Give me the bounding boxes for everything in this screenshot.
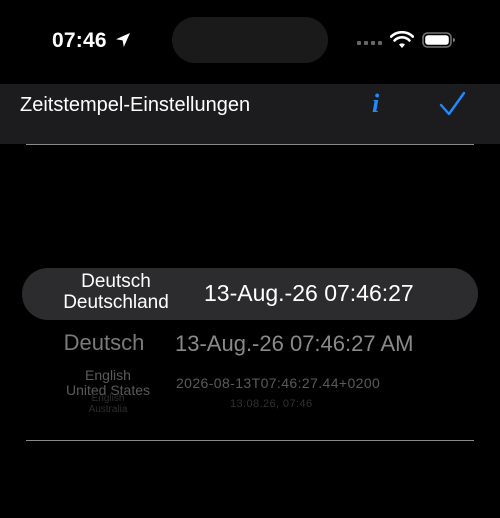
- locale-label: Deutsch: [36, 330, 172, 355]
- navigation-bar: Zeitstempel-Einstellungen i: [0, 84, 500, 144]
- picker-bottom-divider: [26, 440, 474, 441]
- battery-icon: [422, 32, 455, 48]
- locale-language: Deutsch: [63, 330, 145, 355]
- status-time: 07:46: [52, 29, 107, 52]
- location-arrow-icon: [116, 33, 130, 47]
- locale-region: Australia: [88, 403, 128, 415]
- signal-icon: [357, 41, 382, 45]
- info-button[interactable]: i: [372, 91, 392, 117]
- timestamp-preview: 13-Aug.-26 07:46:27: [204, 280, 414, 306]
- locale-label: Deutsch Deutschland: [36, 271, 196, 314]
- dynamic-island: [172, 17, 328, 63]
- timestamp-preview: 13-Aug.-26 07:46:27 AM: [175, 331, 414, 356]
- page-title: Zeitstempel-Einstellungen: [20, 94, 251, 116]
- locale-region: Deutschland: [63, 291, 169, 313]
- timestamp-preview: 2026-08-13T07:46:27.44+0200: [176, 375, 381, 391]
- locale-language: English: [85, 367, 131, 383]
- locale-language: English: [91, 393, 125, 404]
- picker-top-divider: [26, 144, 474, 145]
- timestamp-preview: 13.08.26, 07:46: [230, 398, 313, 410]
- status-bar: 07:46: [0, 0, 500, 84]
- locale-language: Deutsch: [81, 271, 151, 292]
- locale-label: English Australia: [66, 393, 150, 415]
- wifi-icon: [390, 31, 414, 48]
- checkmark-icon[interactable]: [436, 90, 468, 118]
